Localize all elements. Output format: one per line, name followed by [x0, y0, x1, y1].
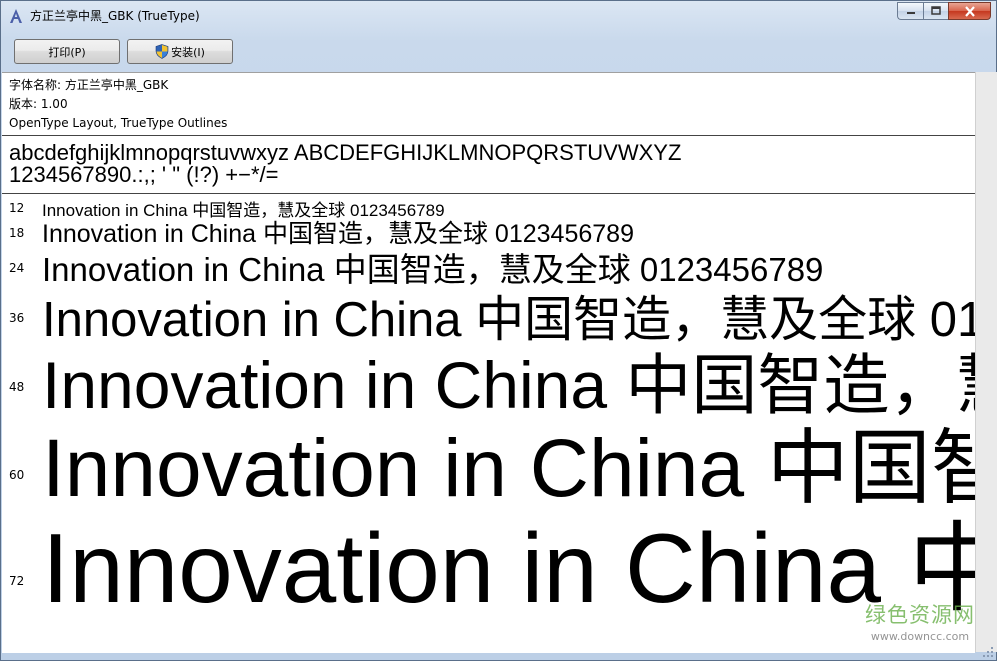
size-label: 24 [9, 261, 25, 275]
title-bar[interactable]: 方正兰亭中黑_GBK (TrueType) [1, 1, 996, 31]
size-label: 36 [9, 311, 25, 325]
font-viewer-icon [10, 9, 22, 23]
close-button[interactable] [948, 2, 991, 20]
font-type-line: OpenType Layout, TrueType Outlines [9, 116, 228, 130]
size-label: 12 [9, 201, 25, 215]
font-info: 字体名称: 方正兰亭中黑_GBK 版本: 1.00 OpenType Layou… [2, 73, 975, 133]
size-label: 18 [9, 226, 25, 240]
charset-digits-symbols: 1234567890.:,; ' " (!?) +−*/= [9, 162, 279, 187]
window-title: 方正兰亭中黑_GBK (TrueType) [30, 9, 200, 23]
character-set: abcdefghijklmnopqrstuvwxyz ABCDEFGHIJKLM… [9, 142, 681, 186]
caption-buttons [897, 2, 991, 21]
print-button-label: 打印(P) [48, 45, 86, 59]
size-label: 60 [9, 468, 25, 482]
vertical-scrollbar[interactable] [975, 72, 997, 652]
font-viewer-window: 方正兰亭中黑_GBK (TrueType) 打印(P) 安装(I) 字体名称: … [0, 0, 997, 661]
maximize-icon [931, 6, 941, 15]
font-version-line: 版本: 1.00 [9, 97, 68, 111]
uac-shield-icon [155, 44, 169, 59]
sample-text: Innovation in China 中国智造，慧及全球 0123456789 [42, 513, 975, 623]
install-button-label: 安装(I) [171, 45, 205, 59]
minimize-icon [906, 12, 915, 14]
toolbar: 打印(P) 安装(I) [9, 34, 988, 71]
charset-letters: abcdefghijklmnopqrstuvwxyz ABCDEFGHIJKLM… [9, 140, 682, 165]
resize-grip-icon[interactable] [982, 646, 994, 658]
size-label: 48 [9, 380, 25, 394]
maximize-button[interactable] [923, 2, 948, 20]
size-label: 72 [9, 574, 25, 588]
install-button[interactable]: 安装(I) [127, 39, 233, 64]
close-icon [964, 5, 975, 17]
font-preview-pane: 字体名称: 方正兰亭中黑_GBK 版本: 1.00 OpenType Layou… [2, 72, 975, 653]
print-button[interactable]: 打印(P) [14, 39, 120, 64]
minimize-button[interactable] [897, 2, 923, 20]
divider [2, 135, 975, 136]
divider [2, 193, 975, 194]
font-name-line: 字体名称: 方正兰亭中黑_GBK [9, 78, 169, 92]
